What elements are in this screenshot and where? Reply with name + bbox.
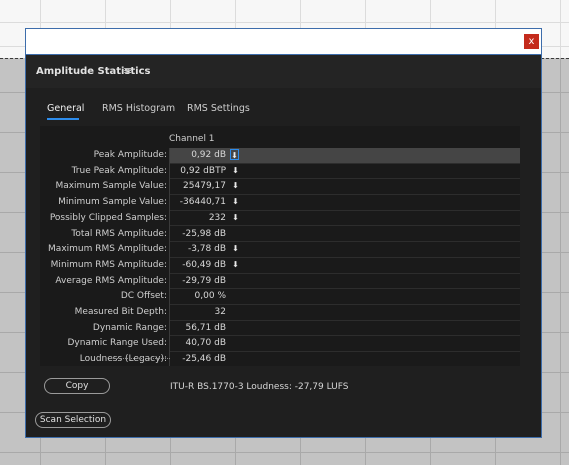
stat-label: Dynamic Range Used: — [67, 338, 168, 349]
stat-row[interactable]: Dynamic Range Used: 40,70 dB — [40, 336, 520, 353]
stat-value: -29,79 dB — [182, 275, 226, 286]
tab-rms-histogram[interactable]: RMS Histogram — [102, 103, 175, 114]
stat-label: True Peak Amplitude: — [71, 165, 167, 176]
stat-value-cell[interactable]: -60,49 dB ⬇ — [170, 258, 520, 274]
jump-to-marker-icon[interactable]: ⬇ — [232, 260, 239, 269]
stat-label: DC Offset: — [120, 291, 167, 302]
jump-to-marker-icon[interactable]: ⬇ — [232, 213, 239, 222]
panel-title: Amplitude Statistics — [36, 66, 151, 77]
stat-label: Possibly Clipped Samples: — [49, 212, 167, 223]
stat-value: -60,49 dB — [182, 259, 226, 270]
loudness-readout: ITU-R BS.1770-3 Loudness: -27,79 LUFS — [170, 382, 349, 392]
stat-label: Peak Amplitude: — [93, 150, 167, 160]
stat-value-cell[interactable]: 56,71 dB — [170, 321, 520, 337]
stat-value-cell[interactable]: -25,46 dB — [170, 352, 520, 366]
active-tab-indicator — [47, 118, 79, 120]
stat-value: 0,92 dB — [191, 150, 226, 160]
stat-label: Minimum Sample Value: — [58, 197, 167, 208]
stat-value: -3,78 dB — [187, 244, 226, 255]
stat-label: Dynamic Range: — [92, 322, 167, 333]
jump-to-marker-icon[interactable]: ⬇ — [230, 149, 239, 160]
stat-value-cell[interactable]: 40,70 dB — [170, 336, 520, 353]
stat-value: 32 — [214, 307, 226, 317]
jump-to-marker-icon[interactable]: ⬇ — [232, 182, 239, 190]
stat-value: 25479,17 — [183, 181, 226, 192]
stat-value: 40,70 dB — [185, 338, 226, 349]
stat-value-cell[interactable]: 25479,17 ⬇ — [170, 179, 520, 196]
stat-row[interactable]: Maximum RMS Amplitude: -3,78 dB ⬇ — [40, 242, 520, 258]
close-button[interactable]: x — [524, 34, 539, 49]
statistics-table[interactable]: Channel 1 Peak Amplitude: 0,92 dB ⬇ True Pe… — [40, 126, 520, 366]
window-titlebar[interactable]: x — [26, 29, 541, 54]
stat-value: 0,92 dBTP — [180, 165, 226, 176]
partial-row-clipped — [110, 358, 170, 362]
stat-value-cell[interactable]: 0,92 dBTP ⬇ — [170, 164, 520, 180]
stat-row[interactable]: Total RMS Amplitude: -25,98 dB — [40, 227, 520, 243]
stat-row[interactable]: Possibly Clipped Samples: 232 ⬇ — [40, 211, 520, 227]
tab-rms-settings[interactable]: RMS Settings — [187, 103, 250, 114]
amplitude-statistics-window: x Amplitude Statistics ≡ General RMS His… — [25, 28, 542, 438]
stat-value: 0,00 % — [194, 291, 226, 302]
jump-to-marker-icon[interactable]: ⬇ — [232, 166, 239, 175]
stat-label: Total RMS Amplitude: — [71, 228, 167, 239]
stat-label: Minimum RMS Amplitude: — [50, 259, 167, 270]
column-header-channel-1: Channel 1 — [169, 134, 215, 144]
stat-value-cell[interactable]: -36440,71 ⬇ — [170, 195, 520, 211]
stat-row[interactable]: Measured Bit Depth: 32 — [40, 305, 520, 321]
stat-label: Average RMS Amplitude: — [55, 275, 167, 286]
stat-value: -36440,71 — [179, 197, 226, 208]
jump-to-marker-icon[interactable]: ⬇ — [232, 198, 239, 206]
tab-general[interactable]: General — [47, 103, 84, 114]
stat-row[interactable]: Dynamic Range: 56,71 dB — [40, 321, 520, 337]
stat-row[interactable]: Average RMS Amplitude: -29,79 dB — [40, 274, 520, 290]
panel-content: General RMS Histogram RMS Settings Chann… — [26, 88, 541, 437]
stat-value: -25,46 dB — [182, 354, 226, 365]
stat-label: Maximum Sample Value: — [55, 181, 167, 192]
stat-value-cell[interactable]: -25,98 dB — [170, 227, 520, 243]
stat-label: Maximum RMS Amplitude: — [48, 244, 167, 255]
stat-row[interactable]: Peak Amplitude: 0,92 dB ⬇ — [40, 148, 520, 164]
stat-row[interactable]: DC Offset: 0,00 % — [40, 289, 520, 305]
stat-value: 232 — [208, 212, 226, 223]
stat-value-cell[interactable]: 32 — [170, 305, 520, 321]
stat-row[interactable]: Minimum RMS Amplitude: -60,49 dB ⬇ — [40, 258, 520, 274]
copy-button[interactable]: Copy — [44, 378, 110, 394]
panel-menu-icon[interactable]: ≡ — [123, 64, 132, 77]
stat-value-cell[interactable]: 0,92 dB ⬇ — [170, 148, 520, 164]
stat-value: -25,98 dB — [182, 228, 226, 239]
scan-selection-button[interactable]: Scan Selection — [35, 412, 111, 428]
jump-to-marker-icon[interactable]: ⬇ — [232, 245, 239, 253]
stat-value: 56,71 dB — [185, 322, 226, 333]
stat-value-cell[interactable]: -3,78 dB ⬇ — [170, 242, 520, 258]
stat-value-cell[interactable]: -29,79 dB — [170, 274, 520, 290]
stat-value-cell[interactable]: 0,00 % — [170, 289, 520, 305]
stat-value-cell[interactable]: 232 ⬇ — [170, 211, 520, 227]
stat-row[interactable]: Minimum Sample Value: -36440,71 ⬇ — [40, 195, 520, 211]
stat-row[interactable]: True Peak Amplitude: 0,92 dBTP ⬇ — [40, 164, 520, 180]
stat-label: Measured Bit Depth: — [74, 307, 167, 317]
panel-header: Amplitude Statistics ≡ — [26, 54, 541, 88]
stat-row[interactable]: Maximum Sample Value: 25479,17 ⬇ — [40, 179, 520, 196]
